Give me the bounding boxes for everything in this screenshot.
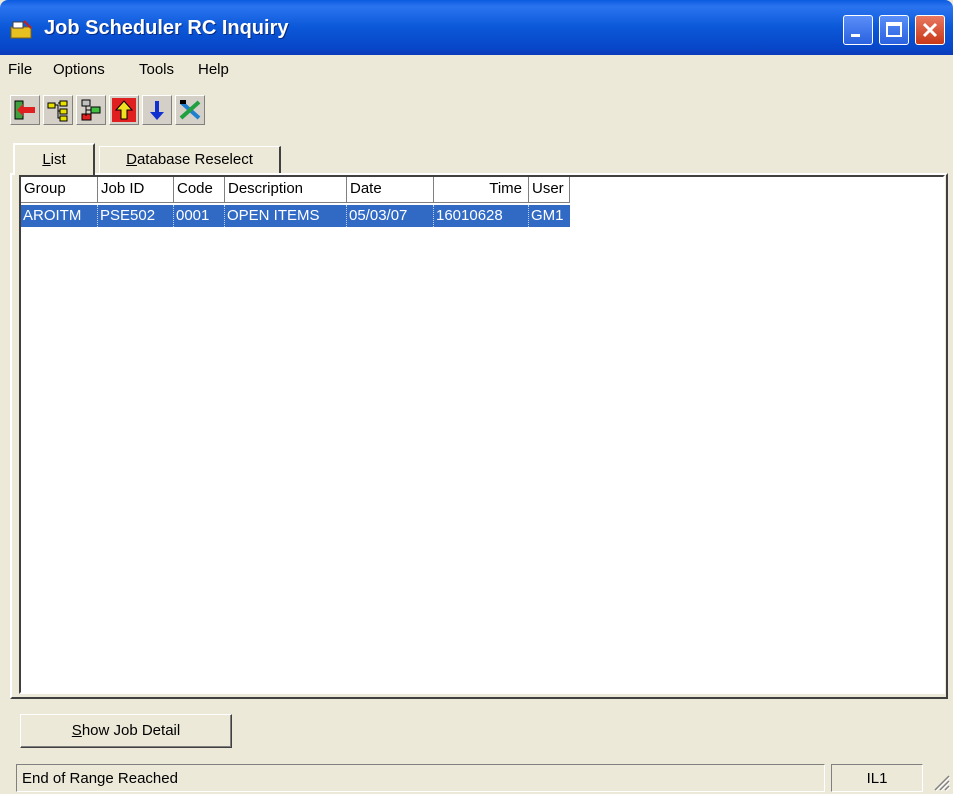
status-message: End of Range Reached <box>16 764 825 792</box>
tab-database-reselect[interactable]: Database Reselect <box>99 146 281 175</box>
col-header-user[interactable]: User <box>529 177 570 203</box>
cell-code: 0001 <box>174 205 225 227</box>
tree-button[interactable] <box>43 95 73 125</box>
tree-alt-icon <box>81 99 101 121</box>
tools-button[interactable] <box>175 95 205 125</box>
close-icon <box>922 22 938 38</box>
menu-file[interactable]: File <box>8 61 32 78</box>
col-header-group[interactable]: Group <box>21 177 98 203</box>
menu-options[interactable]: Options <box>53 61 105 78</box>
cell-job-id: PSE502 <box>98 205 174 227</box>
tree-icon <box>47 100 68 122</box>
button-label: how Job Detail <box>81 722 181 739</box>
move-up-button[interactable] <box>109 95 139 125</box>
tab-list-label: ist <box>50 151 66 168</box>
button-accel: S <box>71 722 82 739</box>
resize-grip-icon[interactable] <box>931 772 951 792</box>
status-code: IL1 <box>831 764 923 792</box>
col-header-job-id[interactable]: Job ID <box>98 177 174 203</box>
tab-list[interactable]: List <box>13 143 95 175</box>
col-header-description[interactable]: Description <box>225 177 347 203</box>
title-bar[interactable]: Job Scheduler RC Inquiry <box>0 0 953 55</box>
cell-time: 16010628 <box>434 205 529 227</box>
cell-user: GM1 <box>531 207 564 224</box>
menu-tools[interactable]: Tools <box>139 61 174 78</box>
up-arrow-icon <box>112 98 136 122</box>
tab-db-label: atabase Reselect <box>136 151 253 168</box>
tab-db-accel: D <box>126 151 137 168</box>
minimize-button[interactable] <box>843 15 873 45</box>
maximize-icon <box>886 22 902 37</box>
tree-alt-button[interactable] <box>76 95 106 125</box>
exit-icon <box>14 100 35 120</box>
col-header-code[interactable]: Code <box>174 177 225 203</box>
table-row[interactable]: AROITM PSE502 0001 OPEN ITEMS 05/03/07 1… <box>21 205 570 227</box>
col-header-date[interactable]: Date <box>347 177 434 203</box>
scheduler-app-icon <box>10 20 32 39</box>
menu-bar: File Options Tools Help <box>0 55 953 85</box>
tools-icon <box>179 100 201 120</box>
close-button[interactable] <box>915 15 945 45</box>
cell-date: 05/03/07 <box>347 205 434 227</box>
move-down-button[interactable] <box>142 95 172 125</box>
cell-description: OPEN ITEMS <box>225 205 347 227</box>
exit-button[interactable] <box>10 95 40 125</box>
status-bar: End of Range Reached IL1 <box>0 760 953 794</box>
menu-help[interactable]: Help <box>198 61 229 78</box>
window-title: Job Scheduler RC Inquiry <box>44 17 289 39</box>
tab-list-accel: L <box>42 151 51 168</box>
maximize-button[interactable] <box>879 15 909 45</box>
job-list[interactable]: Group Job ID Code Description Date Time … <box>19 175 945 694</box>
col-header-time[interactable]: Time <box>434 177 529 203</box>
minimize-icon <box>851 34 860 37</box>
cell-group: AROITM <box>21 205 98 227</box>
down-arrow-icon <box>150 101 164 120</box>
show-job-detail-button[interactable]: Show Job Detail <box>20 714 232 748</box>
